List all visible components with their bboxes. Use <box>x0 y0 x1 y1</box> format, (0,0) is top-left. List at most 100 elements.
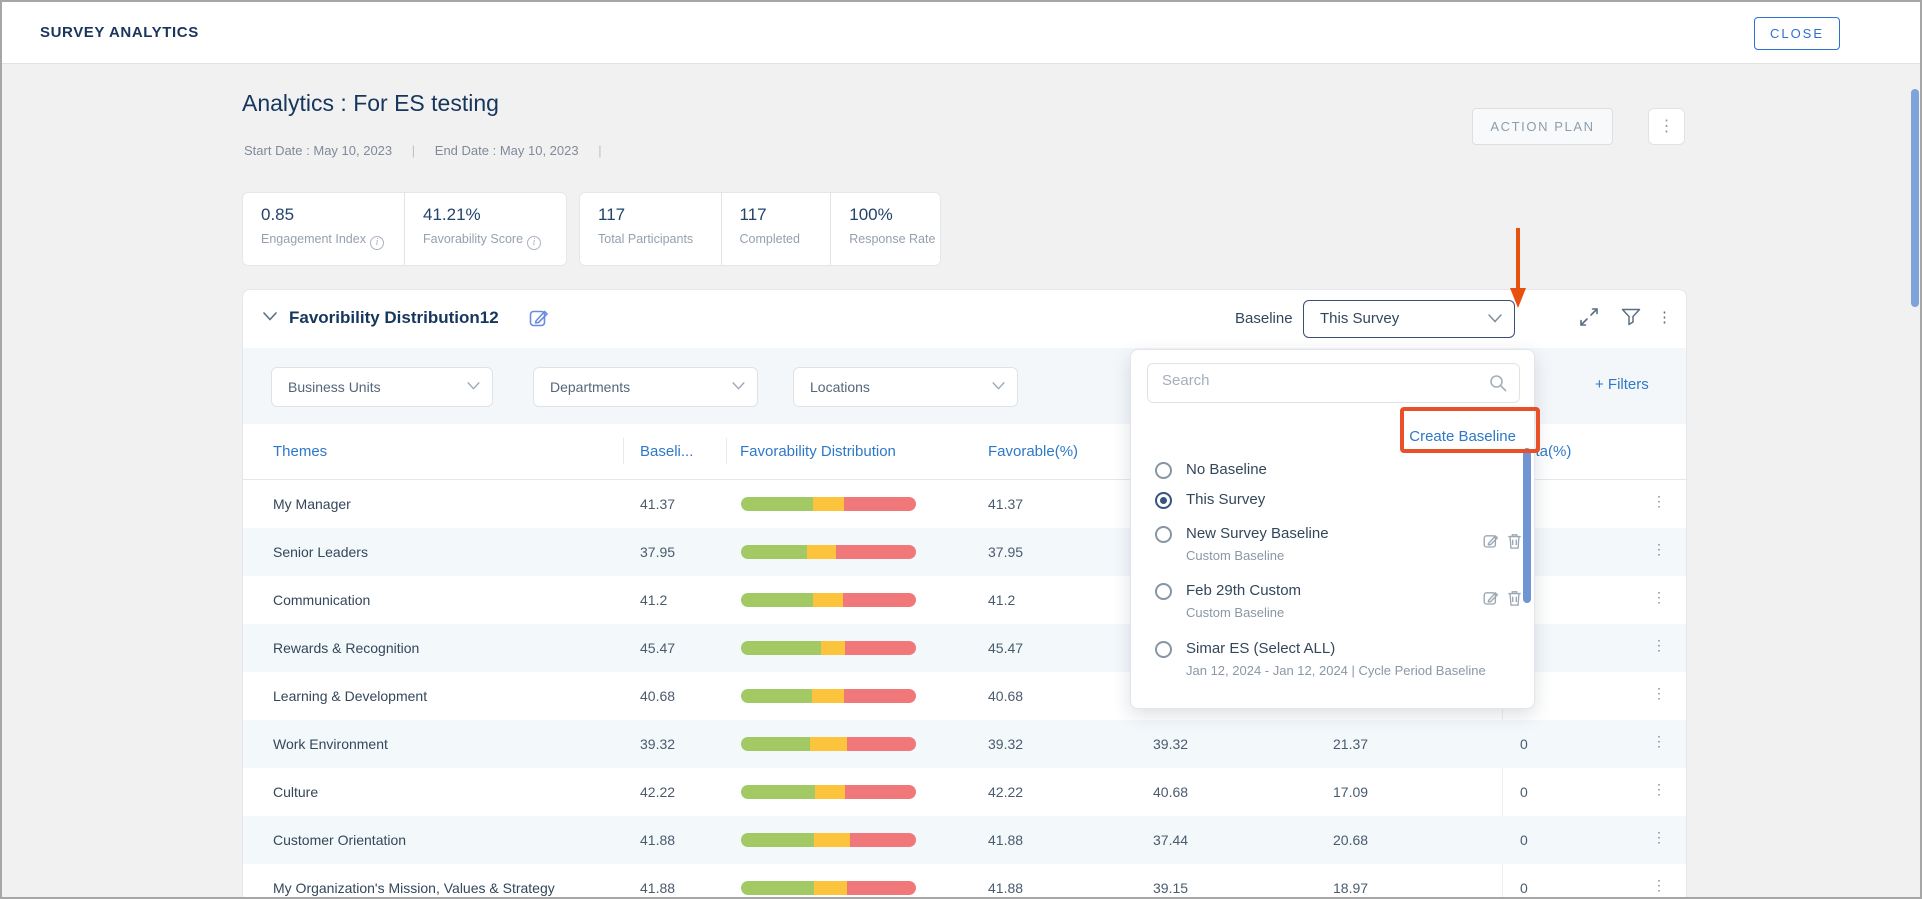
bar-segment-neutral <box>814 833 851 847</box>
bar-segment-neutral <box>813 497 845 511</box>
window-scrollbar-thumb[interactable] <box>1911 89 1919 307</box>
value-cell-5: 40.68 <box>1153 784 1189 800</box>
radio-icon[interactable] <box>1155 583 1172 600</box>
action-plan-button[interactable]: ACTION PLAN <box>1472 108 1613 145</box>
expand-icon[interactable] <box>1579 307 1599 327</box>
close-button[interactable]: CLOSE <box>1754 17 1840 50</box>
search-input[interactable] <box>1162 372 1482 389</box>
value-cell-5: 39.32 <box>1153 736 1189 752</box>
more-filters-link[interactable]: + Filters <box>1595 376 1649 393</box>
top-bar: SURVEY ANALYTICS CLOSE <box>2 2 1920 64</box>
total-participants-stat: 117 Total Participants <box>580 193 721 265</box>
baseline-search-box[interactable] <box>1147 363 1520 403</box>
theme-cell: Customer Orientation <box>273 832 407 848</box>
chevron-down-icon <box>1488 314 1502 323</box>
column-header-baseline[interactable]: Baseli... <box>640 443 693 460</box>
theme-cell: Rewards & Recognition <box>273 640 420 656</box>
bar-segment-favorable <box>741 881 815 895</box>
table-row[interactable]: Work Environment 39.32 39.32 39.32 21.37… <box>243 720 1686 768</box>
row-kebab-icon[interactable]: ⋮ <box>1649 541 1669 563</box>
theme-cell: Learning & Development <box>273 688 428 704</box>
engagement-index-stat: 0.85 Engagement Index i <box>243 193 404 265</box>
search-icon <box>1489 374 1507 392</box>
value-cell-6: 18.97 <box>1333 880 1369 896</box>
radio-icon[interactable] <box>1155 526 1172 543</box>
favorability-bar <box>741 689 916 703</box>
table-row[interactable]: My Organization's Mission, Values & Stra… <box>243 864 1686 897</box>
baseline-cell: 37.95 <box>640 544 676 560</box>
baseline-cell: 41.88 <box>640 880 676 896</box>
row-kebab-icon[interactable]: ⋮ <box>1649 493 1669 515</box>
radio-icon-selected[interactable] <box>1155 492 1172 509</box>
total-participants-value: 117 <box>598 205 626 224</box>
completed-value: 117 <box>739 205 767 224</box>
engagement-index-label: Engagement Index i <box>261 232 404 250</box>
favorable-cell: 39.32 <box>988 736 1024 752</box>
radio-icon[interactable] <box>1155 641 1172 658</box>
table-row[interactable]: Customer Orientation 41.88 41.88 37.44 2… <box>243 816 1686 864</box>
departments-filter[interactable]: Departments <box>533 367 758 407</box>
column-header-themes[interactable]: Themes <box>273 443 327 460</box>
bar-segment-unfavorable <box>836 545 916 559</box>
column-header-favorability-distribution[interactable]: Favorability Distribution <box>740 443 896 460</box>
option-sublabel: Custom Baseline <box>1186 605 1285 620</box>
business-units-filter[interactable]: Business Units <box>271 367 493 407</box>
response-rate-label: Response Rate <box>849 232 936 246</box>
theme-cell: My Organization's Mission, Values & Stra… <box>273 880 555 896</box>
panel-kebab-icon[interactable]: ⋮ <box>1657 308 1672 326</box>
row-kebab-icon[interactable]: ⋮ <box>1649 829 1669 851</box>
theme-cell: My Manager <box>273 496 351 512</box>
response-rate-stat: 100% Response Rate <box>830 193 940 265</box>
table-row[interactable]: Culture 42.22 42.22 40.68 17.09 0 ⋮ <box>243 768 1686 816</box>
favorable-cell: 40.68 <box>988 688 1024 704</box>
favorability-bar <box>741 881 916 895</box>
row-kebab-icon[interactable]: ⋮ <box>1649 781 1669 803</box>
app-title: SURVEY ANALYTICS <box>40 24 199 41</box>
favorable-cell: 41.37 <box>988 496 1024 512</box>
row-kebab-icon[interactable]: ⋮ <box>1649 589 1669 611</box>
bar-segment-neutral <box>813 593 844 607</box>
baseline-cell: 41.37 <box>640 496 676 512</box>
dropdown-scrollbar-thumb[interactable] <box>1523 448 1531 603</box>
locations-filter[interactable]: Locations <box>793 367 1018 407</box>
date-separator: | <box>411 143 416 158</box>
value-cell-5: 39.15 <box>1153 880 1189 896</box>
radio-icon[interactable] <box>1155 462 1172 479</box>
row-kebab-icon[interactable]: ⋮ <box>1649 877 1669 897</box>
delta-cell: 0 <box>1520 880 1528 896</box>
bar-segment-favorable <box>741 785 815 799</box>
bar-segment-unfavorable <box>844 785 916 799</box>
bar-segment-unfavorable <box>844 689 916 703</box>
option-actions <box>1483 533 1522 549</box>
baseline-cell: 41.88 <box>640 832 676 848</box>
edit-icon[interactable] <box>1483 590 1499 606</box>
delta-cell: 0 <box>1520 784 1528 800</box>
filter-icon[interactable] <box>1621 307 1641 327</box>
collapse-chevron-icon[interactable] <box>263 312 277 321</box>
baseline-cell: 40.68 <box>640 688 676 704</box>
favorability-bar <box>741 737 916 751</box>
kebab-icon: ⋮ <box>1658 118 1675 135</box>
edit-title-icon[interactable] <box>529 308 549 328</box>
row-kebab-icon[interactable]: ⋮ <box>1649 637 1669 659</box>
delete-icon[interactable] <box>1507 590 1522 606</box>
favorability-bar <box>741 497 916 511</box>
bar-segment-neutral <box>809 737 848 751</box>
edit-icon[interactable] <box>1483 533 1499 549</box>
delete-icon[interactable] <box>1507 533 1522 549</box>
favorable-cell: 42.22 <box>988 784 1024 800</box>
row-kebab-icon[interactable]: ⋮ <box>1649 685 1669 707</box>
baseline-dropdown: Create Baseline No Baseline This Survey … <box>1130 349 1535 709</box>
value-cell-6: 21.37 <box>1333 736 1369 752</box>
value-cell-6: 20.68 <box>1333 832 1369 848</box>
page-kebab-menu-button[interactable]: ⋮ <box>1648 108 1685 145</box>
engagement-index-value: 0.85 <box>261 205 295 224</box>
theme-cell: Work Environment <box>273 736 388 752</box>
delta-cell: 0 <box>1520 832 1528 848</box>
info-icon[interactable]: i <box>369 236 384 250</box>
bar-segment-neutral <box>814 785 845 799</box>
info-icon[interactable]: i <box>527 236 542 250</box>
baseline-select[interactable]: This Survey <box>1303 300 1515 338</box>
row-kebab-icon[interactable]: ⋮ <box>1649 733 1669 755</box>
column-header-favorable[interactable]: Favorable(%) <box>988 443 1078 460</box>
